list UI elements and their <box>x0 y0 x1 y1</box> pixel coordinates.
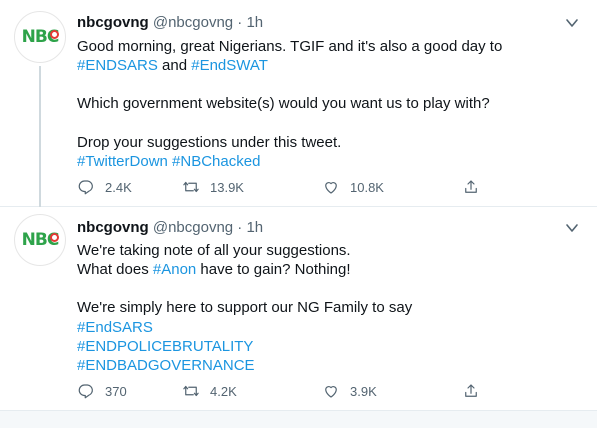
text-line: #ENDPOLICEBRUTALITY <box>77 337 577 356</box>
hashtag-link[interactable]: #EndSARS <box>77 319 153 336</box>
reply-icon <box>78 180 93 195</box>
avatar[interactable]: NBC <box>14 214 66 266</box>
text-line: #ENDSARS and #EndSWAT <box>77 56 577 75</box>
retweet-icon <box>183 181 199 193</box>
hashtag-link[interactable]: #TwitterDown <box>77 153 168 170</box>
share-icon <box>465 180 477 193</box>
retweet-button[interactable]: 4.2K <box>182 381 322 401</box>
text: have to gain? Nothing! <box>196 261 351 279</box>
hashtag-link[interactable]: #EndSWAT <box>191 57 268 74</box>
text-line: #ENDBADGOVERNANCE <box>77 356 577 375</box>
reply-count: 370 <box>105 383 127 399</box>
tweet-text: We're taking note of all your suggestion… <box>77 241 577 375</box>
like-button[interactable]: 10.8K <box>322 177 462 197</box>
display-name[interactable]: nbcgovng <box>77 219 149 236</box>
reply-button[interactable]: 2.4K <box>77 177 182 197</box>
display-name[interactable]: nbcgovng <box>77 14 149 31</box>
reply-count: 2.4K <box>105 179 132 195</box>
nbc-logo: NBC <box>22 27 60 47</box>
tweet-header: nbcgovng @nbcgovng · 1h <box>77 218 263 238</box>
hashtag-link[interactable]: #Anon <box>153 261 196 278</box>
action-bar: 370 4.2K 3.9K <box>77 381 507 401</box>
like-icon <box>325 386 337 398</box>
like-icon <box>325 182 337 194</box>
text-line: We're taking note of all your suggestion… <box>77 241 577 260</box>
timestamp[interactable]: 1h <box>246 219 263 236</box>
reply-icon <box>78 384 93 399</box>
text-line: #TwitterDown #NBChacked <box>77 152 577 171</box>
text: What does <box>77 261 153 279</box>
caret-down-icon[interactable] <box>565 221 579 235</box>
hashtag-link[interactable]: #ENDPOLICEBRUTALITY <box>77 338 253 355</box>
text: and <box>157 57 192 75</box>
like-button[interactable]: 3.9K <box>322 381 462 401</box>
share-icon <box>465 384 477 397</box>
text-line: Good morning, great Nigerians. TGIF and … <box>77 37 577 56</box>
action-bar: 2.4K 13.9K 10.8K <box>77 177 507 197</box>
like-count: 3.9K <box>350 383 377 399</box>
user-handle[interactable]: @nbcgovng <box>153 219 233 236</box>
hashtag-link[interactable]: #NBChacked <box>172 153 260 170</box>
text-line: Which government website(s) would you wa… <box>77 94 577 113</box>
hashtag-link[interactable]: #ENDSARS <box>77 57 158 74</box>
hashtag-link[interactable]: #ENDBADGOVERNANCE <box>77 357 255 374</box>
retweet-count: 4.2K <box>210 383 237 399</box>
share-button[interactable] <box>462 381 502 401</box>
timestamp[interactable]: 1h <box>246 14 263 31</box>
separator: · <box>237 219 243 236</box>
user-handle[interactable]: @nbcgovng <box>153 14 233 31</box>
text: Drop your suggestions under this tweet. <box>77 133 342 151</box>
text: We're taking note of all your suggestion… <box>77 242 351 259</box>
text: We're simply here to support our NG Fami… <box>77 299 413 317</box>
retweet-count: 13.9K <box>210 179 244 195</box>
share-button[interactable] <box>462 177 502 197</box>
caret-down-icon[interactable] <box>565 16 579 30</box>
tweet-text: Good morning, great Nigerians. TGIF and … <box>77 37 577 171</box>
text-line: We're simply here to support our NG Fami… <box>77 298 577 317</box>
tweet-header: nbcgovng @nbcgovng · 1h <box>77 13 263 33</box>
text-line: #EndSARS <box>77 318 577 337</box>
tweet[interactable]: NBC nbcgovng @nbcgovng · 1h Good morning… <box>0 0 597 207</box>
text: Which government website(s) would you wa… <box>77 95 490 113</box>
text: Good morning, great Nigerians. TGIF and … <box>77 38 503 55</box>
text-line: Drop your suggestions under this tweet. <box>77 133 577 152</box>
thread-line <box>39 66 41 207</box>
retweet-button[interactable]: 13.9K <box>182 177 322 197</box>
retweet-icon <box>183 385 199 397</box>
like-count: 10.8K <box>350 179 384 195</box>
reply-button[interactable]: 370 <box>77 381 182 401</box>
avatar[interactable]: NBC <box>14 11 66 63</box>
nbc-logo: NBC <box>22 230 60 250</box>
text-line: What does #Anon have to gain? Nothing! <box>77 260 577 279</box>
timeline-bottom-edge <box>0 410 597 428</box>
separator: · <box>237 14 243 31</box>
